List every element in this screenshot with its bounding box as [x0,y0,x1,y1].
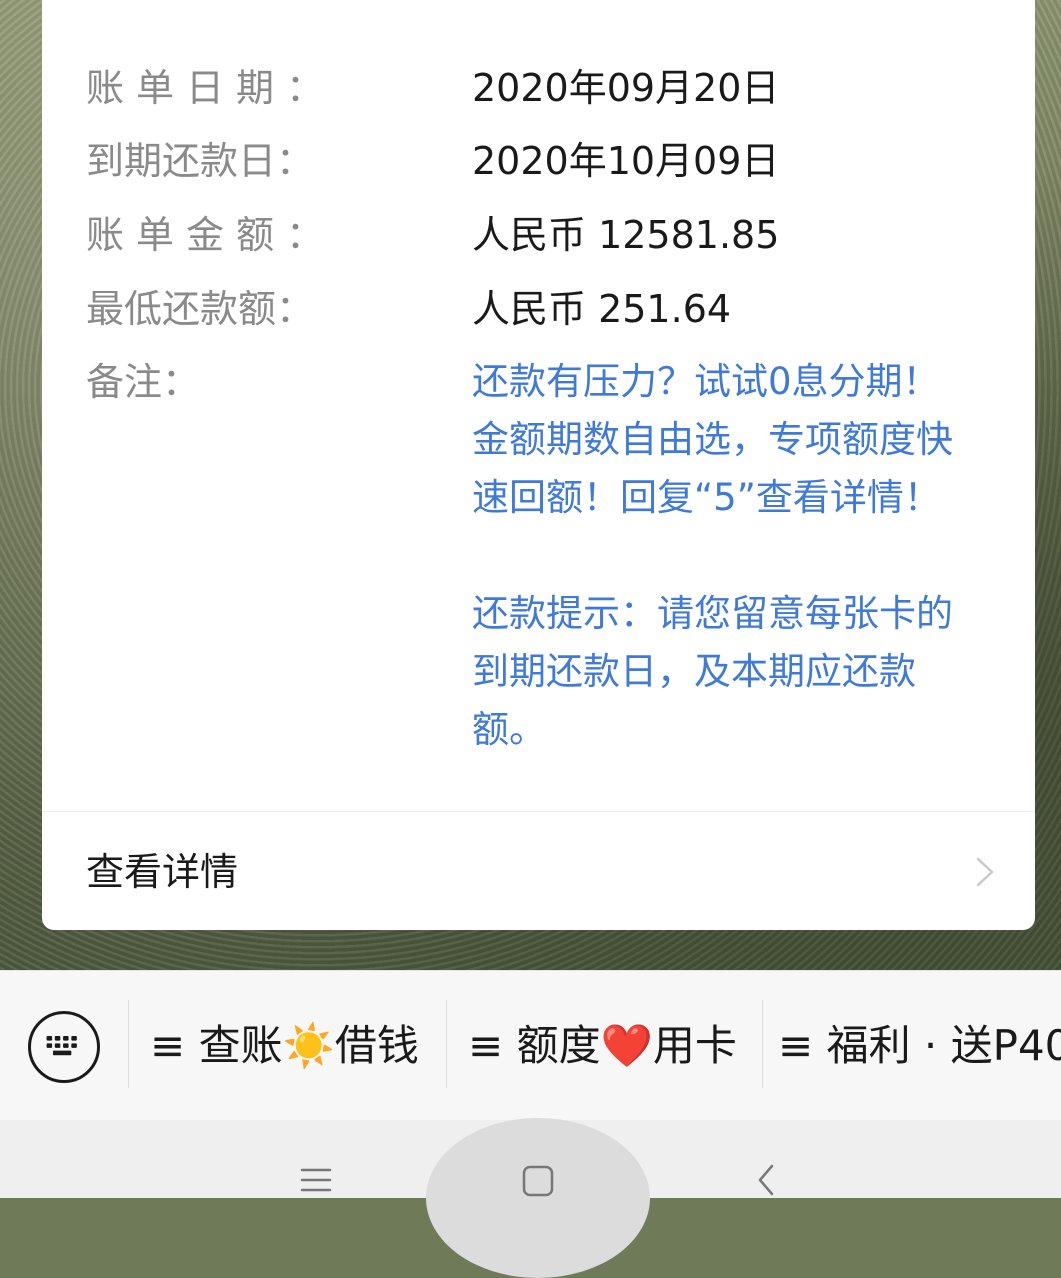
min-payment-label: 最低还款额： [86,287,315,331]
due-date-value: 2020年10月09日 [472,139,780,183]
menu-item-check-bill[interactable]: ≡ 查账☀️借钱 [150,1016,419,1076]
note-line[interactable]: 速回额！回复“5”查看详情！ [472,469,1002,527]
remark-note: 还款有压力？试试0息分期！ 金额期数自由选，专项额度快 速回额！回复“5”查看详… [472,353,1002,759]
note-line [472,527,1002,585]
chevron-right-icon[interactable] [972,856,996,888]
menu-item-text: 用卡 [652,1021,737,1070]
keyboard-icon[interactable] [28,1011,100,1083]
bill-date-label: 账单日期： [86,66,337,110]
note-line[interactable]: 还款有压力？试试0息分期！ [472,353,1002,411]
menu-separator [128,1000,129,1088]
bill-date-value: 2020年09月20日 [472,66,780,110]
card-divider [42,811,1035,812]
home-highlight [426,1118,650,1278]
remark-label: 备注： [86,360,201,404]
menu-item-text: 福利 · 送P40 [826,1021,1061,1070]
note-line[interactable]: 金额期数自由选，专项额度快 [472,411,1002,469]
heart-icon: ❤️ [600,1021,653,1070]
nav-back-icon[interactable] [752,1162,780,1198]
menu-item-benefits[interactable]: ≡ 福利 · 送P40 [778,1016,1061,1076]
menu-separator [446,1000,447,1088]
bill-amount-value: 人民币 12581.85 [472,213,780,257]
sun-icon: ☀️ [282,1021,335,1070]
menu-lines-icon: ≡ [468,1021,504,1070]
bill-amount-label: 账单金额： [86,213,337,257]
nav-menu-icon[interactable] [298,1164,334,1196]
menu-item-text: 额度 [516,1021,601,1070]
note-line[interactable]: 额。 [472,701,1002,759]
due-date-label: 到期还款日： [86,139,315,183]
menu-lines-icon: ≡ [778,1021,814,1070]
menu-separator [762,1000,763,1088]
view-details-link[interactable]: 查看详情 [86,843,238,901]
note-line[interactable]: 到期还款日，及本期应还款 [472,643,1002,701]
menu-item-text: 查账 [198,1021,283,1070]
menu-lines-icon: ≡ [150,1021,186,1070]
min-payment-value: 人民币 251.64 [472,287,732,331]
menu-item-text: 借钱 [334,1021,419,1070]
nav-home-icon[interactable] [520,1163,556,1198]
note-line[interactable]: 还款提示：请您留意每张卡的 [472,585,1002,643]
menu-item-credit-limit[interactable]: ≡ 额度❤️用卡 [468,1016,737,1076]
